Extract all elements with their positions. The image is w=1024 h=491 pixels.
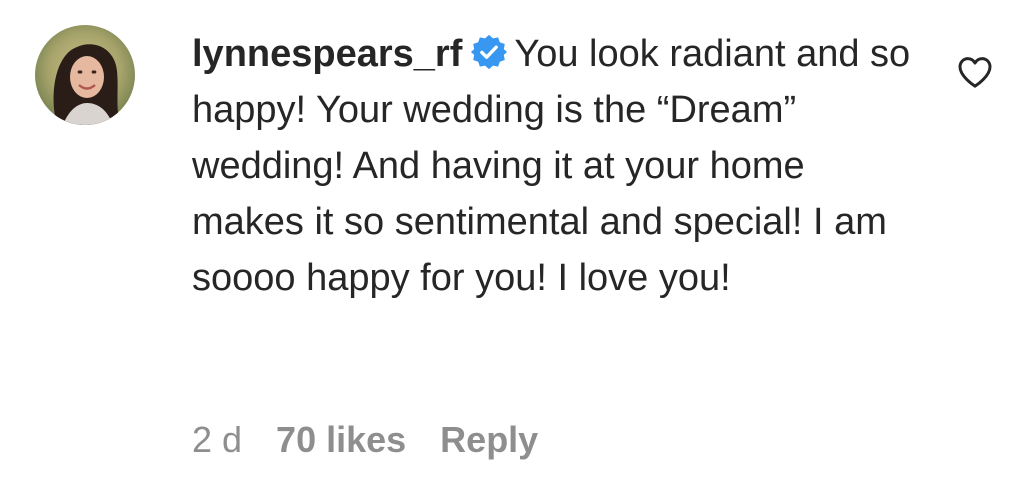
avatar-photo (35, 25, 135, 125)
comment-timestamp[interactable]: 2 d (192, 419, 242, 460)
comment: lynnespears_rf You look radiant and so ha… (0, 0, 1024, 491)
reply-button[interactable]: Reply (440, 419, 538, 460)
comment-meta: 2 d 70 likes Reply (192, 418, 572, 462)
heart-outline-icon[interactable] (955, 52, 995, 92)
username-link[interactable]: lynnespears_rf (192, 33, 462, 75)
avatar[interactable] (35, 25, 135, 125)
likes-count-link[interactable]: 70 likes (276, 419, 406, 460)
verified-badge-icon (470, 33, 508, 71)
comment-body: lynnespears_rf You look radiant and so ha… (192, 26, 927, 306)
